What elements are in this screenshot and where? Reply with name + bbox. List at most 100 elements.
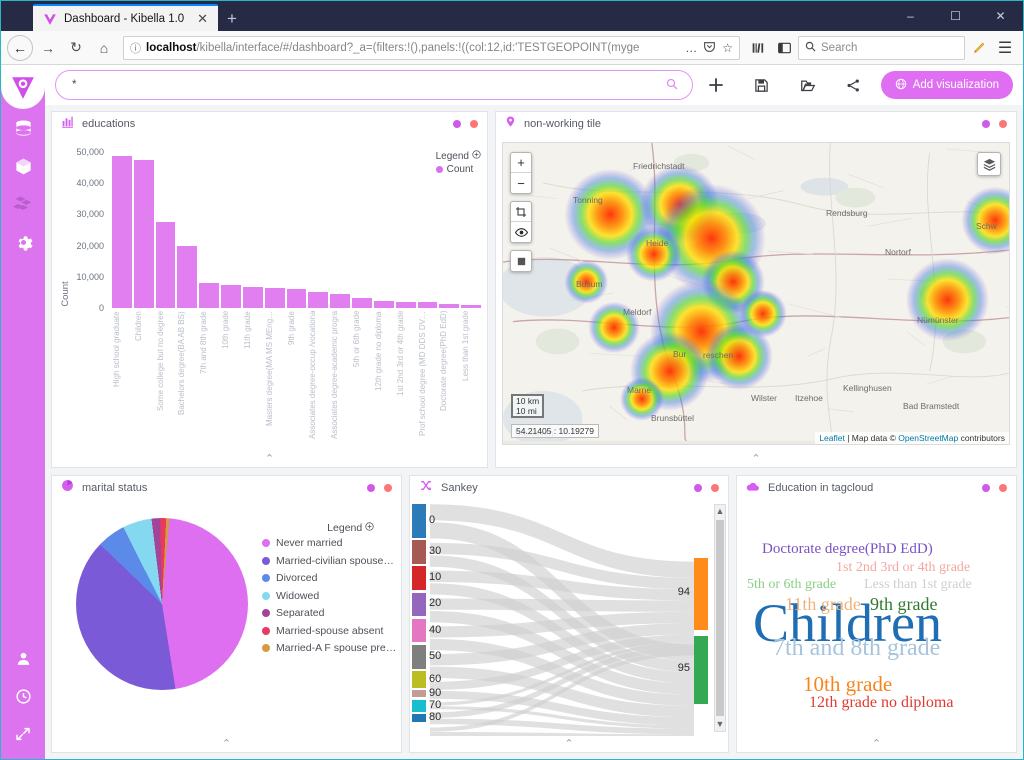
bar[interactable]	[287, 289, 307, 308]
search-input[interactable]	[70, 78, 666, 92]
new-dashboard-button[interactable]	[693, 69, 739, 101]
pie-graphic[interactable]	[76, 518, 248, 690]
leaflet-link[interactable]: Leaflet	[819, 433, 845, 443]
tab-close-icon[interactable]: ✕	[195, 12, 210, 25]
panel-remove-dot[interactable]	[384, 484, 392, 492]
panel-remove-dot[interactable]	[470, 120, 478, 128]
browser-menu-icon[interactable]: ☰	[993, 35, 1017, 61]
pocket-icon[interactable]	[703, 40, 716, 56]
bar[interactable]	[418, 302, 438, 308]
sidebar-icon[interactable]	[772, 35, 796, 61]
tag-cloud-item[interactable]: 9th grade	[870, 594, 937, 615]
sankey-source-node[interactable]	[412, 671, 426, 688]
sankey-target-node[interactable]	[694, 558, 708, 630]
sidebar-item-discover[interactable]	[1, 109, 45, 147]
bar[interactable]	[265, 288, 285, 308]
back-button[interactable]: ←	[7, 35, 33, 61]
pie-legend-item[interactable]: Married-spouse absent	[262, 625, 396, 637]
sankey-source-node[interactable]	[412, 619, 426, 643]
panel-collapse-toggle[interactable]: ⌃	[496, 451, 1016, 467]
tag-cloud-item[interactable]: 7th and 8th grade	[773, 635, 940, 662]
legend-title-row[interactable]: Legend	[436, 150, 481, 162]
zoom-in-button[interactable]: +	[511, 153, 531, 173]
tag-cloud-item[interactable]: 5th or 6th grade	[747, 577, 836, 593]
sidebar-item-dashboard[interactable]	[1, 185, 45, 223]
sankey-source-node[interactable]	[412, 566, 426, 590]
square-icon[interactable]	[511, 251, 531, 271]
panel-remove-dot[interactable]	[999, 484, 1007, 492]
eye-icon[interactable]	[511, 222, 531, 242]
bar[interactable]	[156, 222, 176, 308]
sankey-source-node[interactable]	[412, 690, 426, 697]
add-visualization-button[interactable]: Add visualization	[881, 71, 1013, 99]
url-bar[interactable]: ⓘ localhost/kibella/interface/#/dashboar…	[123, 36, 740, 60]
save-dashboard-button[interactable]	[739, 69, 785, 101]
tag-cloud-item[interactable]: Less than 1st grade	[864, 577, 972, 593]
panel-collapse-toggle[interactable]: ⌃	[52, 451, 487, 467]
sankey-source-node[interactable]	[412, 504, 426, 538]
panel-collapse-toggle[interactable]: ⌃	[737, 736, 1016, 752]
sankey-source-node[interactable]	[412, 714, 426, 722]
bar[interactable]	[221, 285, 241, 308]
bar[interactable]	[134, 160, 154, 308]
sankey-source-node[interactable]	[412, 540, 426, 564]
new-tab-button[interactable]: +	[227, 10, 237, 27]
query-bar[interactable]	[55, 70, 693, 100]
share-dashboard-button[interactable]	[831, 69, 877, 101]
panel-options-dot[interactable]	[982, 484, 990, 492]
sidebar-item-settings[interactable]	[1, 223, 45, 261]
zoom-out-button[interactable]: −	[511, 173, 531, 193]
tag-cloud-item[interactable]: 1st 2nd 3rd or 4th grade	[836, 560, 970, 576]
library-icon[interactable]	[746, 35, 770, 61]
bar[interactable]	[177, 246, 197, 308]
bar[interactable]	[199, 283, 219, 308]
bar[interactable]	[112, 156, 132, 308]
panel-options-dot[interactable]	[694, 484, 702, 492]
tag-cloud-item[interactable]: 12th grade no diploma	[809, 694, 953, 712]
home-button[interactable]: ⌂	[91, 35, 117, 61]
maximize-button[interactable]: ☐	[933, 1, 978, 31]
scroll-up-icon[interactable]: ▲	[716, 505, 725, 518]
panel-remove-dot[interactable]	[711, 484, 719, 492]
bookmark-star-icon[interactable]: ☆	[722, 41, 733, 55]
sidebar-item-history[interactable]	[1, 677, 45, 715]
tag-cloud-item[interactable]: 11th grade	[785, 594, 861, 615]
highlighter-icon[interactable]	[967, 35, 991, 61]
legend-item[interactable]: Count	[436, 164, 481, 175]
legend-expand-icon[interactable]	[472, 150, 481, 162]
osm-link[interactable]: OpenStreetMap	[898, 433, 958, 443]
bar[interactable]	[308, 292, 328, 308]
bar[interactable]	[352, 298, 372, 308]
panel-options-dot[interactable]	[453, 120, 461, 128]
legend-expand-icon[interactable]	[365, 522, 374, 534]
sidebar-item-collapse[interactable]	[1, 715, 45, 753]
pie-legend-item[interactable]: Never married	[262, 537, 396, 549]
forward-button[interactable]: →	[35, 35, 61, 61]
leaflet-map[interactable]: FriedrichstadtTonningRendsburgSchwHeideN…	[502, 142, 1010, 445]
pie-legend-item[interactable]: Widowed	[262, 590, 396, 602]
sankey-target-node[interactable]	[694, 636, 708, 704]
bar[interactable]	[330, 294, 350, 308]
search-icon[interactable]	[666, 78, 678, 93]
sankey-link[interactable]	[430, 598, 694, 611]
panel-options-dot[interactable]	[367, 484, 375, 492]
close-window-button[interactable]: ✕	[978, 1, 1023, 31]
sankey-scrollbar[interactable]: ▲ ▼	[714, 504, 726, 732]
kibella-logo[interactable]	[1, 65, 45, 109]
legend-title-row[interactable]: Legend	[262, 522, 396, 534]
crop-icon[interactable]	[511, 202, 531, 222]
pie-legend-item[interactable]: Divorced	[262, 572, 396, 584]
open-dashboard-button[interactable]	[785, 69, 831, 101]
pie-legend-item[interactable]: Married-civilian spouse…	[262, 555, 396, 567]
bar[interactable]	[461, 305, 481, 308]
bar[interactable]	[396, 302, 416, 308]
sankey-source-node[interactable]	[412, 645, 426, 669]
reload-button[interactable]: ↻	[63, 35, 89, 61]
panel-remove-dot[interactable]	[999, 120, 1007, 128]
site-info-icon[interactable]: ⓘ	[130, 40, 141, 56]
sidebar-item-account[interactable]	[1, 639, 45, 677]
pie-legend-item[interactable]: Separated	[262, 607, 396, 619]
minimize-button[interactable]: –	[888, 1, 933, 31]
pie-legend-item[interactable]: Married-A F spouse pre…	[262, 642, 396, 654]
scroll-down-icon[interactable]: ▼	[716, 718, 725, 731]
